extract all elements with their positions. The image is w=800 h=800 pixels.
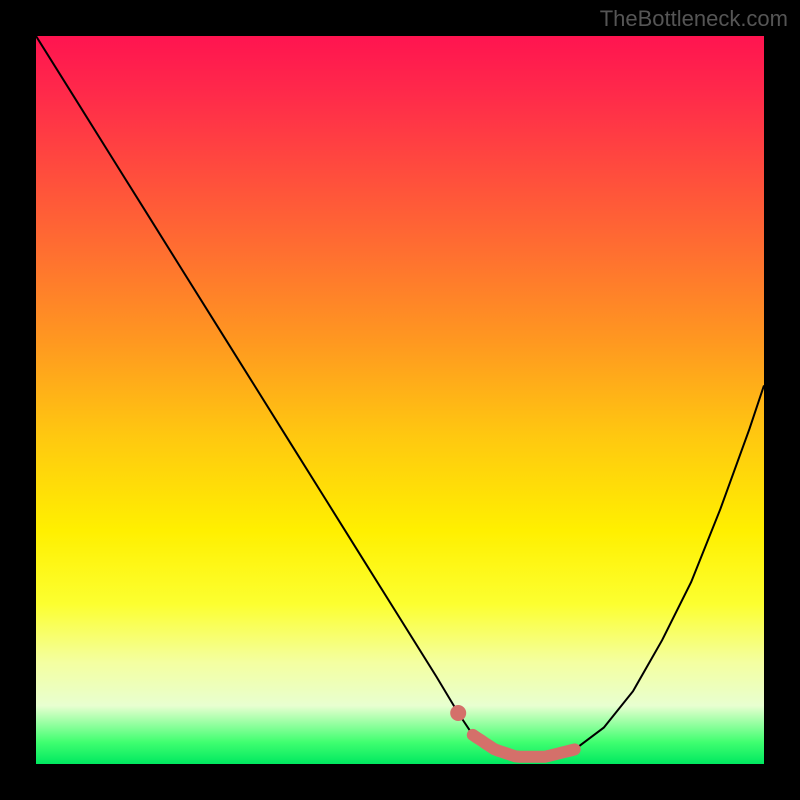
- highlight-range-line: [473, 735, 575, 757]
- plot-area: [36, 36, 764, 764]
- bottleneck-curve: [36, 36, 764, 757]
- chart-svg: [36, 36, 764, 764]
- highlight-start-dot: [450, 705, 466, 721]
- watermark-text: TheBottleneck.com: [600, 6, 788, 32]
